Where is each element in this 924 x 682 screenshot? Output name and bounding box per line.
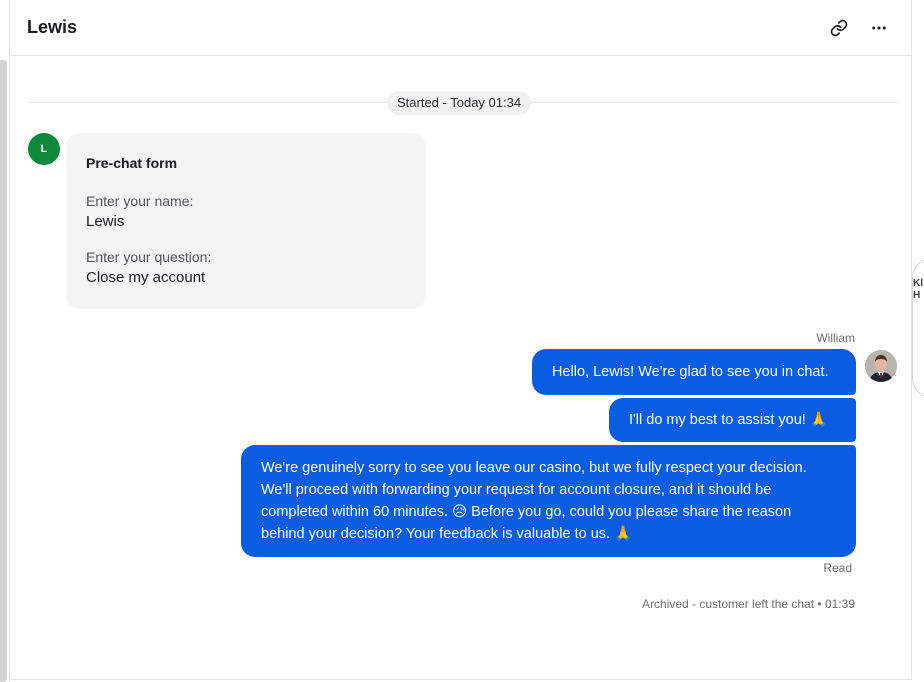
left-scrollbar[interactable] — [0, 60, 7, 682]
agent-message-text: We're genuinely sorry to see you leave o… — [261, 460, 807, 542]
customer-avatar: L — [28, 133, 60, 165]
agent-message-bubble: Hello, Lewis! We're glad to see you in c… — [532, 349, 856, 395]
chat-header: Lewis — [10, 0, 912, 56]
chat-panel: Lewis Started - Today 01:34 L Pre-chat f… — [10, 0, 912, 680]
prechat-form-card: Pre-chat form Enter your name: Lewis Ent… — [66, 133, 426, 309]
link-icon — [830, 19, 848, 37]
agent-message-text: Hello, Lewis! We're glad to see you in c… — [552, 364, 829, 380]
agent-avatar — [865, 350, 897, 382]
map-label-line1: Kl — [913, 278, 923, 289]
chat-window: Lewis Started - Today 01:34 L Pre-chat f… — [0, 0, 924, 682]
agent-message-text: I'll do my best to assist you! 🙏 — [629, 412, 828, 428]
name-field-label: Enter your name: — [86, 193, 194, 209]
name-field-value: Lewis — [86, 213, 125, 230]
question-field-label: Enter your question: — [86, 249, 212, 265]
background-map-edge: Kl H — [912, 0, 924, 682]
agent-message-bubble: I'll do my best to assist you! 🙏 — [609, 398, 856, 442]
agent-name: William — [816, 331, 855, 345]
more-options-button[interactable] — [867, 16, 891, 40]
archived-status: Archived - customer left the chat • 01:3… — [642, 597, 855, 611]
question-field-value: Close my account — [86, 269, 206, 286]
map-label: Kl H — [913, 278, 923, 302]
chat-started-label: Started - Today 01:34 — [387, 91, 532, 115]
map-label-line2: H — [913, 290, 921, 301]
chat-title: Lewis — [27, 17, 78, 37]
read-receipt: Read — [823, 561, 852, 575]
copy-link-button[interactable] — [827, 16, 851, 40]
prechat-form-title: Pre-chat form — [86, 155, 178, 171]
agent-message-bubble: We're genuinely sorry to see you leave o… — [241, 445, 856, 557]
more-horizontal-icon — [870, 19, 888, 37]
